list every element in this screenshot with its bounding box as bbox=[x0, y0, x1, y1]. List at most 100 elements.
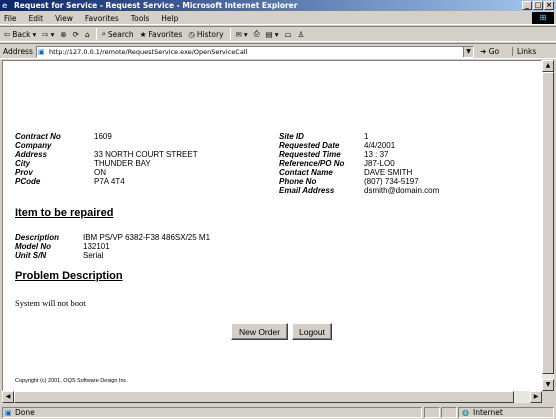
address-dropdown-button[interactable]: ▼ bbox=[463, 47, 473, 57]
prov-label: Prov bbox=[15, 168, 33, 177]
back-arrow-icon: ⇦ bbox=[4, 29, 11, 39]
search-button[interactable]: ⌕ Search bbox=[102, 29, 134, 39]
menu-view[interactable]: View bbox=[55, 14, 73, 23]
unit-sn-value: Serial bbox=[83, 251, 104, 260]
copyright-text: Copyright (c) 2001, OQS Software Design … bbox=[15, 378, 128, 384]
site-id-value: 1 bbox=[364, 132, 369, 141]
scroll-down-button[interactable]: ▼ bbox=[542, 379, 554, 391]
mail-button[interactable]: ✉ ▾ bbox=[236, 30, 248, 39]
contact-name-value: DAVE SMITH bbox=[364, 168, 413, 177]
contract-no-value: 1609 bbox=[94, 132, 112, 141]
requested-date-value: 4/4/2001 bbox=[364, 141, 396, 150]
address-label: Address bbox=[3, 46, 33, 56]
close-button[interactable]: × bbox=[544, 1, 554, 10]
vertical-scroll-thumb[interactable] bbox=[542, 72, 554, 374]
description-label: Description bbox=[15, 233, 60, 242]
chevron-down-icon: ▾ bbox=[32, 29, 37, 39]
requested-date-label: Requested Date bbox=[279, 141, 340, 150]
pcode-label: PCode bbox=[15, 177, 41, 186]
edit-button[interactable]: ▤ ▾ bbox=[266, 30, 279, 39]
windows-logo-icon: ⊞ bbox=[532, 12, 554, 24]
email-label: Email Address bbox=[279, 186, 335, 195]
search-icon: ⌕ bbox=[101, 29, 106, 38]
messenger-button[interactable]: ♙ bbox=[298, 30, 305, 39]
print-button[interactable]: ⎙ bbox=[254, 29, 260, 39]
links-button[interactable]: Links bbox=[512, 47, 536, 56]
chevron-down-icon: ▾ bbox=[50, 29, 55, 39]
logout-button[interactable]: Logout bbox=[292, 323, 332, 340]
prov-value: ON bbox=[94, 168, 106, 177]
status-cell bbox=[441, 407, 457, 418]
history-button[interactable]: ◷ History bbox=[188, 30, 223, 39]
site-id-label: Site ID bbox=[279, 132, 304, 141]
menu-favorites[interactable]: Favorites bbox=[85, 14, 119, 23]
problem-heading: Problem Description bbox=[15, 270, 123, 282]
address-field-label: Address bbox=[15, 150, 48, 159]
unit-sn-label: Unit S/N bbox=[15, 251, 47, 260]
reference-po-value: J87-LO0 bbox=[364, 159, 395, 168]
forward-button[interactable]: ⇨ ▾ bbox=[42, 30, 54, 39]
requested-time-label: Requested Time bbox=[279, 150, 341, 159]
horizontal-scroll-thumb[interactable] bbox=[14, 391, 514, 403]
globe-icon: ◍ bbox=[462, 408, 469, 417]
favorites-icon: ★ bbox=[139, 29, 147, 39]
refresh-icon: ⟳ bbox=[72, 29, 79, 39]
home-button[interactable]: ⌂ bbox=[85, 30, 90, 39]
address-field-value: 33 NORTH COURT STREET bbox=[94, 150, 198, 159]
stop-icon: ⊗ bbox=[60, 29, 67, 39]
address-input[interactable]: ▣ http://127.0.0.1/remote/RequestService… bbox=[36, 46, 474, 58]
vertical-scrollbar[interactable]: ▲ ▼ bbox=[542, 60, 554, 391]
toolbar-separator bbox=[95, 28, 97, 40]
reference-po-label: Reference/PO No bbox=[279, 159, 345, 168]
scroll-right-button[interactable]: ▶ bbox=[530, 391, 542, 403]
discuss-button[interactable]: ▭ bbox=[284, 30, 291, 39]
scroll-left-button[interactable]: ◀ bbox=[2, 391, 14, 403]
new-order-button[interactable]: New Order bbox=[231, 323, 288, 340]
menu-bar: File Edit View Favorites Tools Help ⊞ bbox=[0, 12, 556, 25]
status-text-panel: ▣ Done bbox=[2, 407, 422, 418]
phone-no-value: (807) 734-5197 bbox=[364, 177, 419, 186]
menu-file[interactable]: File bbox=[4, 14, 17, 23]
status-bar: ▣ Done ◍ Internet bbox=[0, 405, 556, 419]
model-no-label: Model No bbox=[15, 242, 51, 251]
phone-no-label: Phone No bbox=[279, 177, 317, 186]
toolbar-separator bbox=[229, 28, 231, 40]
horizontal-scrollbar[interactable]: ◀ ▶ bbox=[2, 391, 542, 403]
security-zone: Internet bbox=[473, 408, 503, 417]
back-button[interactable]: ⇦ Back ▾ bbox=[4, 30, 36, 39]
maximize-button[interactable]: □ bbox=[533, 1, 543, 10]
discuss-icon: ▭ bbox=[284, 29, 292, 39]
window-title: Request for Service - Request Service - … bbox=[14, 1, 298, 10]
window-controls: _ □ × bbox=[522, 1, 554, 10]
page-done-icon: ▣ bbox=[5, 409, 12, 417]
menu-tools[interactable]: Tools bbox=[131, 14, 149, 23]
address-url: http://127.0.0.1/remote/RequestService.e… bbox=[49, 48, 248, 56]
chevron-down-icon: ▾ bbox=[243, 29, 248, 39]
home-icon: ⌂ bbox=[84, 29, 90, 39]
go-button[interactable]: ➜ Go bbox=[480, 47, 499, 56]
page-content: Contract No 1609 Company Address 33 NORT… bbox=[2, 60, 542, 391]
go-arrow-icon: ➜ bbox=[480, 47, 487, 56]
model-no-value: 132101 bbox=[83, 242, 110, 251]
chevron-down-icon: ▾ bbox=[274, 29, 279, 39]
refresh-button[interactable]: ⟳ bbox=[73, 30, 79, 39]
favorites-button[interactable]: ★ Favorites bbox=[140, 30, 183, 39]
print-icon: ⎙ bbox=[253, 29, 260, 38]
minimize-button[interactable]: _ bbox=[522, 1, 532, 10]
edit-icon: ▤ bbox=[265, 29, 273, 39]
page-icon: ▣ bbox=[38, 48, 45, 56]
toolbar: ⇦ Back ▾ ⇨ ▾ ⊗ ⟳ ⌂ ⌕ Search ★ Favorites ◷ Hist… bbox=[0, 26, 556, 42]
ie-icon: e bbox=[2, 1, 8, 10]
scroll-up-button[interactable]: ▲ bbox=[542, 60, 554, 72]
address-bar: Address ▣ http://127.0.0.1/remote/Reques… bbox=[0, 43, 556, 59]
pcode-value: P7A 4T4 bbox=[94, 177, 125, 186]
menu-edit[interactable]: Edit bbox=[29, 14, 44, 23]
email-value: dsmith@domain.com bbox=[364, 186, 440, 195]
description-value: IBM PS/VP 6382-F38 486SX/25 M1 bbox=[83, 233, 211, 242]
problem-text: System will not boot bbox=[15, 298, 86, 308]
stop-button[interactable]: ⊗ bbox=[60, 30, 66, 39]
security-zone-panel: ◍ Internet bbox=[458, 407, 554, 418]
status-text: Done bbox=[15, 408, 35, 417]
mail-icon: ✉ bbox=[235, 29, 242, 39]
menu-help[interactable]: Help bbox=[161, 14, 178, 23]
